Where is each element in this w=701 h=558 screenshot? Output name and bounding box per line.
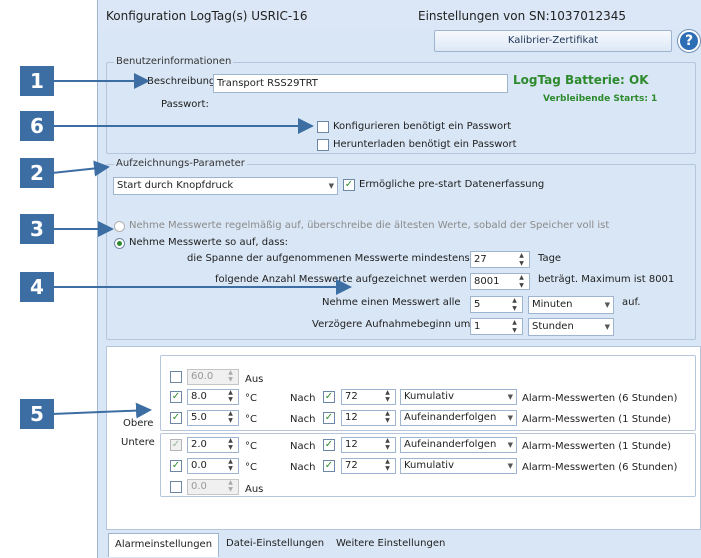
- callout-badge-3: 3: [20, 214, 54, 244]
- callout-arrow-2: [51, 160, 110, 177]
- callout-arrow-5: [51, 402, 152, 419]
- callout-arrows: [51, 73, 352, 419]
- callout-badge-4: 4: [20, 272, 54, 302]
- callout-badge-5: 5: [20, 399, 54, 429]
- callout-badge-1: 1: [20, 66, 54, 96]
- callout-badge-2: 2: [20, 158, 54, 188]
- callout-badge-6: 6: [20, 111, 54, 141]
